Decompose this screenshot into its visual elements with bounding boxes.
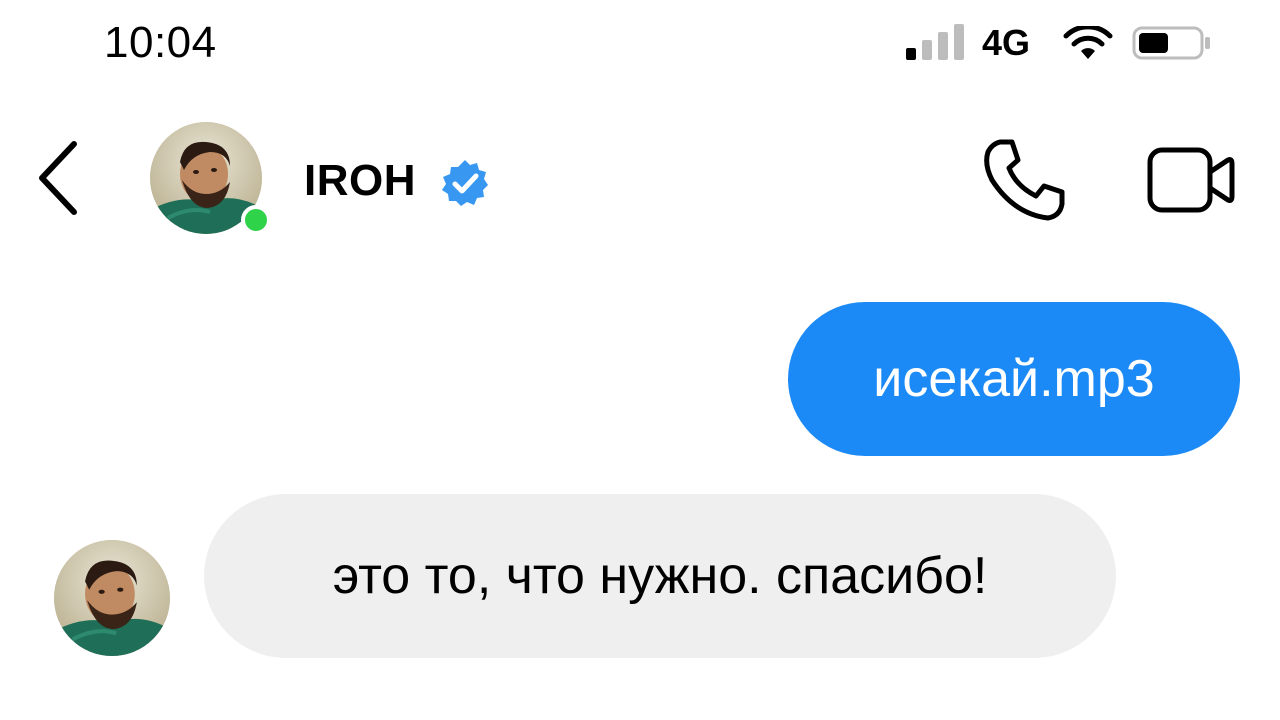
signal-icon bbox=[906, 24, 966, 60]
online-status-indicator bbox=[241, 205, 271, 235]
back-chevron-icon[interactable] bbox=[30, 138, 86, 218]
incoming-message-bubble[interactable]: это то, что нужно. спасибо! bbox=[204, 494, 1116, 658]
verified-badge-icon bbox=[442, 160, 488, 206]
sender-avatar[interactable] bbox=[54, 540, 170, 656]
battery-icon bbox=[1132, 26, 1210, 60]
outgoing-message-bubble[interactable]: исекай.mp3 bbox=[788, 302, 1240, 456]
contact-name[interactable]: IROH bbox=[304, 156, 416, 206]
wifi-icon bbox=[1063, 26, 1113, 59]
network-type-label: 4G bbox=[982, 22, 1031, 63]
phone-icon[interactable] bbox=[978, 134, 1070, 226]
avatar-photo bbox=[54, 540, 170, 656]
chat-screen: 10:04 4G IROH исекай.mp3 это то, что нуж… bbox=[0, 0, 1280, 720]
video-camera-icon[interactable] bbox=[1140, 140, 1240, 220]
status-time: 10:04 bbox=[104, 18, 217, 67]
